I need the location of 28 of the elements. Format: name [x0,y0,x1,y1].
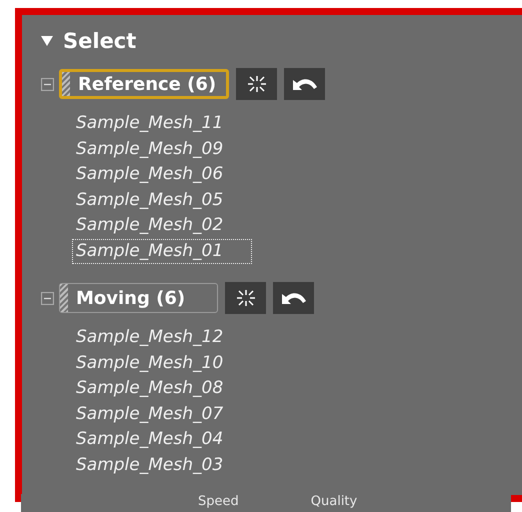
undo-icon [280,290,306,306]
column-label: Speed [198,494,239,511]
burst-icon [236,289,256,307]
collapse-toggle-icon[interactable] [41,292,54,304]
collapse-toggle-icon[interactable] [41,78,54,90]
mesh-item[interactable]: Sample_Mesh_07 [72,402,252,427]
triangle-icon[interactable] [41,35,53,47]
mesh-item[interactable]: Sample_Mesh_06 [72,162,252,188]
mesh-item[interactable]: Sample_Mesh_02 [72,213,252,238]
mesh-item[interactable]: Sample_Mesh_11 [72,111,252,136]
mesh-item[interactable]: Sample_Mesh_04 [72,427,252,452]
undo-button[interactable] [273,282,314,314]
mesh-item[interactable]: Sample_Mesh_09 [72,136,252,162]
explode-button[interactable] [225,282,266,314]
explode-button[interactable] [236,68,278,100]
mesh-item[interactable]: Sample_Mesh_03 [72,452,252,478]
column-label: Quality [310,494,358,511]
burst-icon [246,75,267,93]
mesh-item[interactable]: Sample_Mesh_01 [72,238,252,264]
mesh-item[interactable]: Sample_Mesh_08 [72,376,252,402]
group-tab[interactable]: Reference (6) [59,69,230,99]
undo-icon [292,76,318,92]
group-tab[interactable]: Moving (6) [59,283,218,313]
mesh-item[interactable]: Sample_Mesh_05 [72,188,252,213]
undo-button[interactable] [284,68,326,100]
mesh-item[interactable]: Sample_Mesh_12 [72,325,252,350]
section-title: Select [63,29,136,53]
mesh-item[interactable]: Sample_Mesh_10 [72,350,252,376]
